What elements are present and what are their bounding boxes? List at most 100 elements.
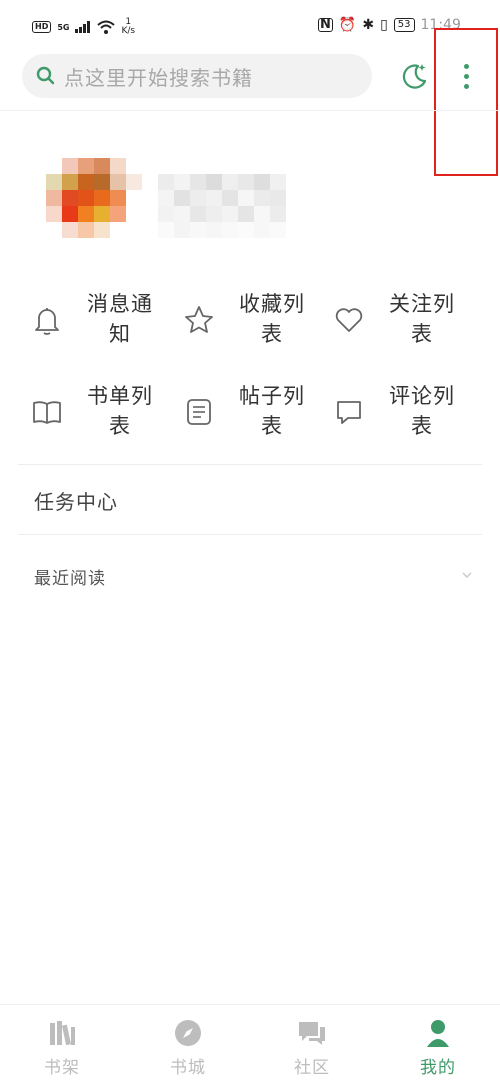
menu-item-label: 书单列表 [87, 384, 153, 438]
username-pixel [238, 190, 254, 206]
bluetooth-icon: ✱ [362, 17, 375, 33]
avatar-pixel [46, 190, 62, 206]
avatar-pixel [62, 158, 78, 174]
username-pixel [174, 222, 190, 238]
task-center-link[interactable]: 任务中心 [34, 486, 118, 515]
avatar-pixel [126, 222, 142, 238]
star-icon [185, 306, 213, 333]
username-blurred[interactable] [158, 174, 286, 238]
book-icon [33, 401, 61, 424]
avatar-pixel [46, 222, 62, 238]
username-pixel [270, 190, 286, 206]
status-bar-left: HD 5G 1 K/s [32, 18, 135, 36]
speed-unit: K/s [121, 26, 136, 36]
username-pixel [254, 222, 270, 238]
header-divider [0, 110, 500, 111]
battery-indicator: 53 [393, 18, 415, 32]
avatar-pixel [94, 158, 110, 174]
username-pixel [206, 190, 222, 206]
avatar-pixel [126, 174, 142, 190]
username-pixel [222, 222, 238, 238]
user-icon [427, 1020, 449, 1047]
avatar[interactable] [46, 158, 142, 238]
task-divider [18, 534, 482, 535]
username-pixel [174, 190, 190, 206]
post-icon [187, 399, 211, 425]
username-pixel [190, 174, 206, 190]
username-pixel [190, 190, 206, 206]
avatar-pixel [78, 158, 94, 174]
highlight-box [434, 28, 498, 176]
search-placeholder: 点这里开始搜索书籍 [64, 65, 253, 90]
chat-icon [299, 1022, 325, 1045]
vibrate-icon: ▯ [380, 17, 388, 33]
avatar-pixel [78, 190, 94, 206]
avatar-pixel [78, 206, 94, 222]
bell-icon [35, 308, 59, 335]
username-pixel [222, 174, 238, 190]
wifi-icon [97, 20, 116, 34]
avatar-pixel [78, 222, 94, 238]
avatar-pixel [62, 174, 78, 190]
bottom-nav: 书架 书城 社区 我的 [0, 1004, 500, 1084]
recent-reading-header[interactable]: 最近阅读 [34, 564, 106, 589]
username-pixel [206, 222, 222, 238]
nav-item-me[interactable]: 我的 [398, 1017, 478, 1079]
username-pixel [158, 206, 174, 222]
search-bar[interactable]: 点这里开始搜索书籍 [22, 54, 372, 98]
menu-item-following[interactable]: 关注列表 [320, 285, 470, 355]
menu-item-label: 消息通知 [87, 292, 153, 346]
signal-icon [75, 21, 91, 33]
avatar-pixel [94, 190, 110, 206]
avatar-pixel [126, 158, 142, 174]
menu-item-label: 评论列表 [389, 384, 455, 438]
username-pixel [158, 222, 174, 238]
network-label: 5G [57, 22, 70, 32]
avatar-pixel [46, 206, 62, 222]
username-pixel [190, 206, 206, 222]
avatar-pixel [94, 206, 110, 222]
night-mode-icon[interactable] [398, 60, 430, 92]
nav-label: 书架 [44, 1058, 80, 1078]
avatar-pixel [46, 174, 62, 190]
username-pixel [174, 206, 190, 222]
menu-item-favorites[interactable]: 收藏列表 [170, 285, 320, 355]
username-pixel [222, 206, 238, 222]
menu-item-notifications[interactable]: 消息通知 [18, 285, 168, 355]
compass-icon [175, 1020, 201, 1046]
avatar-pixel [62, 206, 78, 222]
avatar-pixel [110, 222, 126, 238]
avatar-pixel [110, 190, 126, 206]
nav-item-bookstore[interactable]: 书城 [148, 1017, 228, 1079]
avatar-pixel [94, 174, 110, 190]
comment-icon [337, 401, 361, 424]
menu-item-label: 关注列表 [389, 292, 455, 346]
username-pixel [238, 222, 254, 238]
status-bar: HD 5G 1 K/s N ⏰ ✱ ▯ 53 11:49 [0, 0, 500, 44]
nav-label: 我的 [420, 1058, 456, 1078]
avatar-pixel [110, 158, 126, 174]
heart-icon [335, 308, 363, 332]
nav-item-bookshelf[interactable]: 书架 [22, 1017, 102, 1079]
chevron-down-icon[interactable] [460, 568, 474, 582]
username-pixel [190, 222, 206, 238]
username-pixel [238, 174, 254, 190]
avatar-pixel [62, 190, 78, 206]
hd-badge: HD [32, 21, 52, 33]
network-speed: 1 K/s [121, 18, 135, 36]
avatar-pixel [110, 174, 126, 190]
username-pixel [158, 174, 174, 190]
menu-item-comments[interactable]: 评论列表 [320, 377, 470, 447]
bookshelf-icon [50, 1021, 75, 1046]
username-pixel [158, 190, 174, 206]
nav-item-community[interactable]: 社区 [272, 1017, 352, 1079]
avatar-pixel [110, 206, 126, 222]
username-pixel [254, 206, 270, 222]
avatar-pixel [46, 158, 62, 174]
nav-label: 书城 [170, 1058, 206, 1078]
menu-item-posts[interactable]: 帖子列表 [170, 377, 320, 447]
username-pixel [270, 222, 286, 238]
username-pixel [174, 174, 190, 190]
menu-item-booklists[interactable]: 书单列表 [18, 377, 168, 447]
alarm-icon: ⏰ [338, 17, 357, 33]
